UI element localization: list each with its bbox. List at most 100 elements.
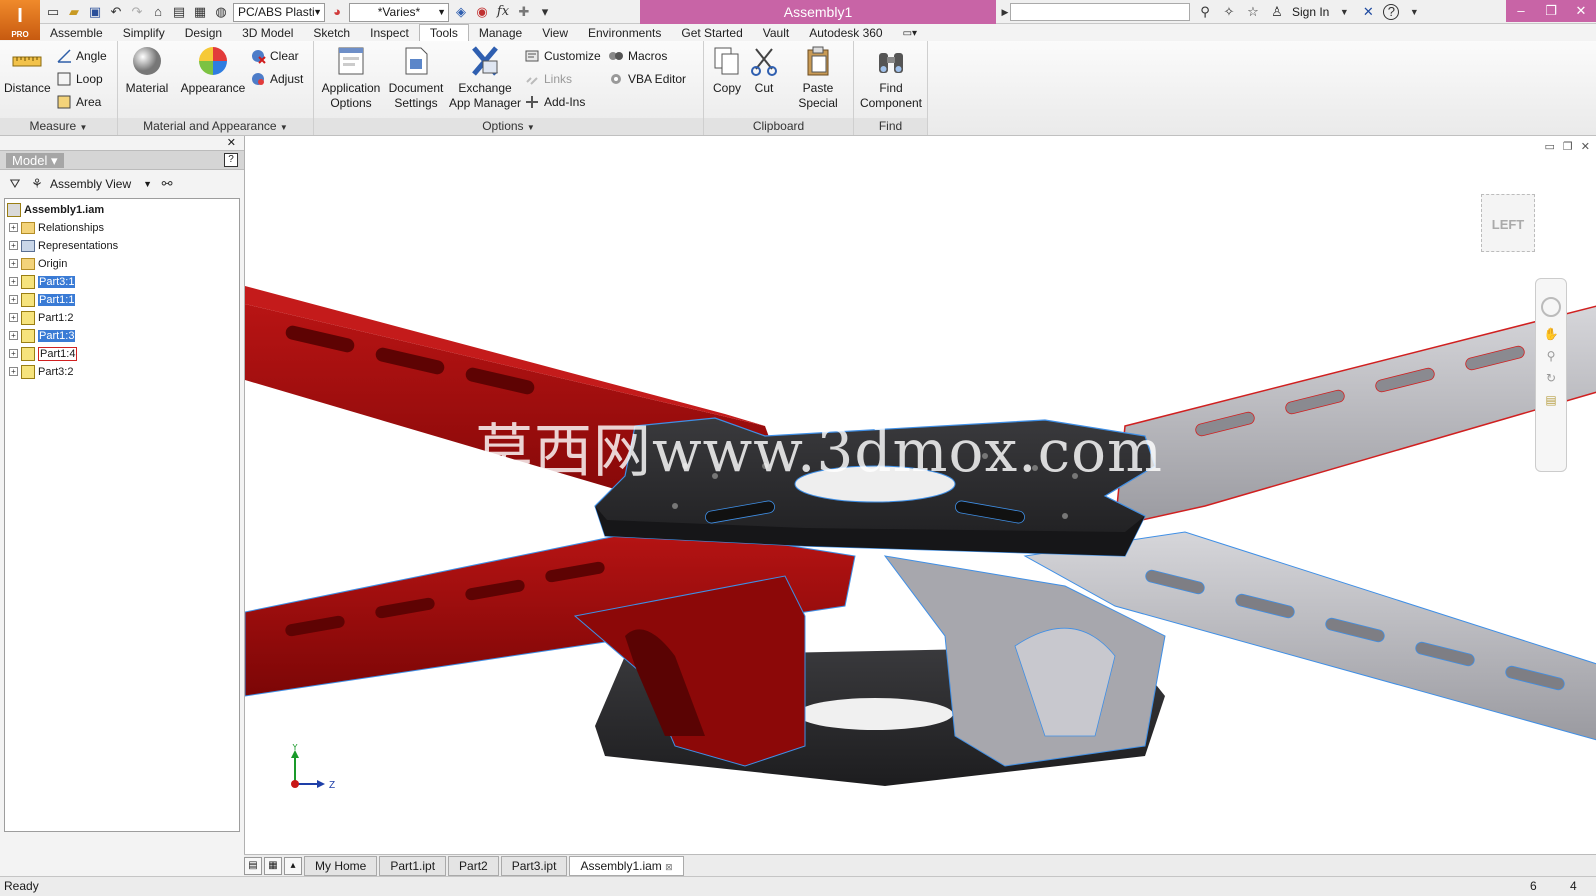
find-component-button[interactable]: Find Component <box>856 45 926 111</box>
chevron-down-icon[interactable]: ▼ <box>1405 3 1423 21</box>
measure-panel-title[interactable]: Measure ▼ <box>0 118 117 135</box>
open-folder-icon[interactable]: ▰ <box>65 3 83 21</box>
look-at-icon[interactable]: ▤ <box>1536 393 1566 407</box>
tab-manage[interactable]: Manage <box>469 25 532 42</box>
tab-design[interactable]: Design <box>175 25 232 42</box>
parameters-fx-icon[interactable]: fx <box>494 3 512 21</box>
tab-view[interactable]: View <box>532 25 578 42</box>
doc-tab-part2[interactable]: Part2 <box>448 855 499 876</box>
binoculars-find-icon[interactable]: ⚯ <box>158 175 176 193</box>
tree-item-part1-1[interactable]: + Part1:1 <box>9 291 76 308</box>
clear-appearance-icon[interactable]: ◉ <box>473 3 491 21</box>
subscription-icon[interactable]: ✧ <box>1220 3 1238 21</box>
select-mode-icon[interactable]: ▦ <box>191 3 209 21</box>
copy-button[interactable]: Copy <box>708 45 746 96</box>
application-options-button[interactable]: Application Options <box>320 45 382 111</box>
assembly-view-select[interactable]: Assembly View <box>50 177 131 191</box>
tile-horizontal-icon[interactable]: ▤ <box>244 856 262 875</box>
material-button[interactable]: Material <box>122 45 172 96</box>
tab-vault[interactable]: Vault <box>753 25 799 42</box>
loop-button[interactable]: Loop <box>56 69 103 89</box>
viewport-restore-icon[interactable]: ❐ <box>1563 140 1573 153</box>
material-combo[interactable]: PC/ABS Plasti ▼ <box>233 2 325 22</box>
customize-button[interactable]: Customize <box>524 46 601 66</box>
viewcube[interactable]: LEFT <box>1481 194 1535 252</box>
adjust-button[interactable]: Adjust <box>250 69 303 89</box>
binoculars-search-icon[interactable]: ⚲ <box>1196 3 1214 21</box>
orbit-icon[interactable]: ↻ <box>1536 371 1566 385</box>
tile-grid-icon[interactable]: ▦ <box>264 856 282 875</box>
close-tab-icon[interactable]: ⊠ <box>665 862 673 872</box>
document-settings-button[interactable]: Document Settings <box>386 45 446 111</box>
macros-button[interactable]: Macros <box>608 46 667 66</box>
help-search-input[interactable] <box>1010 3 1190 21</box>
tree-item-part3-1[interactable]: + Part3:1 <box>9 273 76 290</box>
pan-hand-icon[interactable]: ✋ <box>1536 327 1566 341</box>
paste-special-button[interactable]: Paste Special <box>790 45 846 111</box>
expand-icon[interactable]: + <box>9 295 18 304</box>
tab-autodesk-360[interactable]: Autodesk 360 <box>799 25 892 42</box>
application-menu-button[interactable]: I PRO <box>0 0 40 40</box>
addins-button[interactable]: Add-Ins <box>524 92 585 112</box>
appearance-sphere-icon[interactable]: ◕ <box>328 3 346 21</box>
model-browser-title[interactable]: Model ▾ <box>6 153 64 168</box>
gray-arm-upper-right[interactable] <box>1114 305 1596 527</box>
expand-icon[interactable]: + <box>9 259 18 268</box>
appearance-combo[interactable]: *Varies* ▼ <box>349 2 449 22</box>
expand-icon[interactable]: + <box>9 313 18 322</box>
tab-get-started[interactable]: Get Started <box>671 25 752 42</box>
viewport-minimize-icon[interactable]: ▭ <box>1545 140 1555 153</box>
customize-toolbar-icon[interactable]: ▾ <box>536 3 554 21</box>
sign-in-link[interactable]: Sign In <box>1292 5 1329 19</box>
adjust-appearance-icon[interactable]: ◈ <box>452 3 470 21</box>
tree-item-origin[interactable]: + Origin <box>9 255 67 272</box>
doc-tab-part3[interactable]: Part3.ipt <box>500 855 568 876</box>
redo-icon[interactable]: ↷ <box>128 3 146 21</box>
expand-icon[interactable]: + <box>9 331 18 340</box>
new-file-icon[interactable]: ▭ <box>44 3 62 21</box>
tree-item-part3-2[interactable]: + Part3:2 <box>9 363 73 380</box>
angle-button[interactable]: Angle <box>56 46 107 66</box>
exchange-app-manager-button[interactable]: Exchange App Manager <box>448 45 522 111</box>
options-panel-title[interactable]: Options ▼ <box>314 118 703 135</box>
tab-assemble[interactable]: Assemble <box>40 25 113 42</box>
vba-editor-button[interactable]: VBA Editor <box>608 69 686 89</box>
tree-item-part1-3[interactable]: + Part1:3 <box>9 327 76 344</box>
zoom-icon[interactable]: ⚲ <box>1536 349 1566 363</box>
minimize-icon[interactable]: – <box>1506 0 1536 22</box>
tree-item-relationships[interactable]: + Relationships <box>9 219 104 236</box>
tree-item-part1-4[interactable]: + Part1:4 <box>9 345 78 362</box>
doc-tab-assembly1[interactable]: Assembly1.iam ⊠ <box>569 855 684 876</box>
expand-icon[interactable]: + <box>9 223 18 232</box>
tab-environments[interactable]: Environments <box>578 25 671 42</box>
expand-icon[interactable]: + <box>9 367 18 376</box>
clear-button[interactable]: Clear <box>250 46 299 66</box>
tab-sketch[interactable]: Sketch <box>303 25 360 42</box>
assembly-model-render[interactable] <box>245 136 1596 854</box>
exchange-apps-icon[interactable]: ✕ <box>1359 3 1377 21</box>
tab-3d-model[interactable]: 3D Model <box>232 25 303 42</box>
undo-icon[interactable]: ↶ <box>107 3 125 21</box>
material-sphere-icon[interactable]: ◍ <box>212 3 230 21</box>
tab-tools[interactable]: Tools <box>418 24 469 42</box>
doc-tab-part1[interactable]: Part1.ipt <box>379 855 447 876</box>
links-button[interactable]: Links <box>524 69 572 89</box>
tree-item-part1-2[interactable]: + Part1:2 <box>9 309 73 326</box>
distance-button[interactable]: Distance <box>4 45 51 96</box>
save-icon[interactable]: ▣ <box>86 3 104 21</box>
tree-item-representations[interactable]: + Representations <box>9 237 118 254</box>
tab-simplify[interactable]: Simplify <box>113 25 175 42</box>
chevron-down-icon[interactable]: ▼ <box>143 179 152 189</box>
browser-help-icon[interactable]: ? <box>224 153 238 167</box>
home-icon[interactable]: ⌂ <box>149 3 167 21</box>
graphics-window[interactable]: 莫西网www.3dmox.com ▭ ❐ ✕ LEFT ✋ ⚲ ↻ ▤ Y Z <box>244 136 1596 854</box>
close-icon[interactable]: ✕ <box>1566 0 1596 22</box>
favorites-star-icon[interactable]: ☆ <box>1244 3 1262 21</box>
tab-inspect[interactable]: Inspect <box>360 25 419 42</box>
chevron-down-icon[interactable]: ▼ <box>1335 3 1353 21</box>
tree-root[interactable]: Assembly1.iam <box>7 201 104 218</box>
close-browser-icon[interactable]: ✕ <box>227 136 236 149</box>
project-icon[interactable]: ▤ <box>170 3 188 21</box>
ribbon-display-options-icon[interactable]: ▭▾ <box>893 25 927 42</box>
expand-icon[interactable]: + <box>9 349 18 358</box>
